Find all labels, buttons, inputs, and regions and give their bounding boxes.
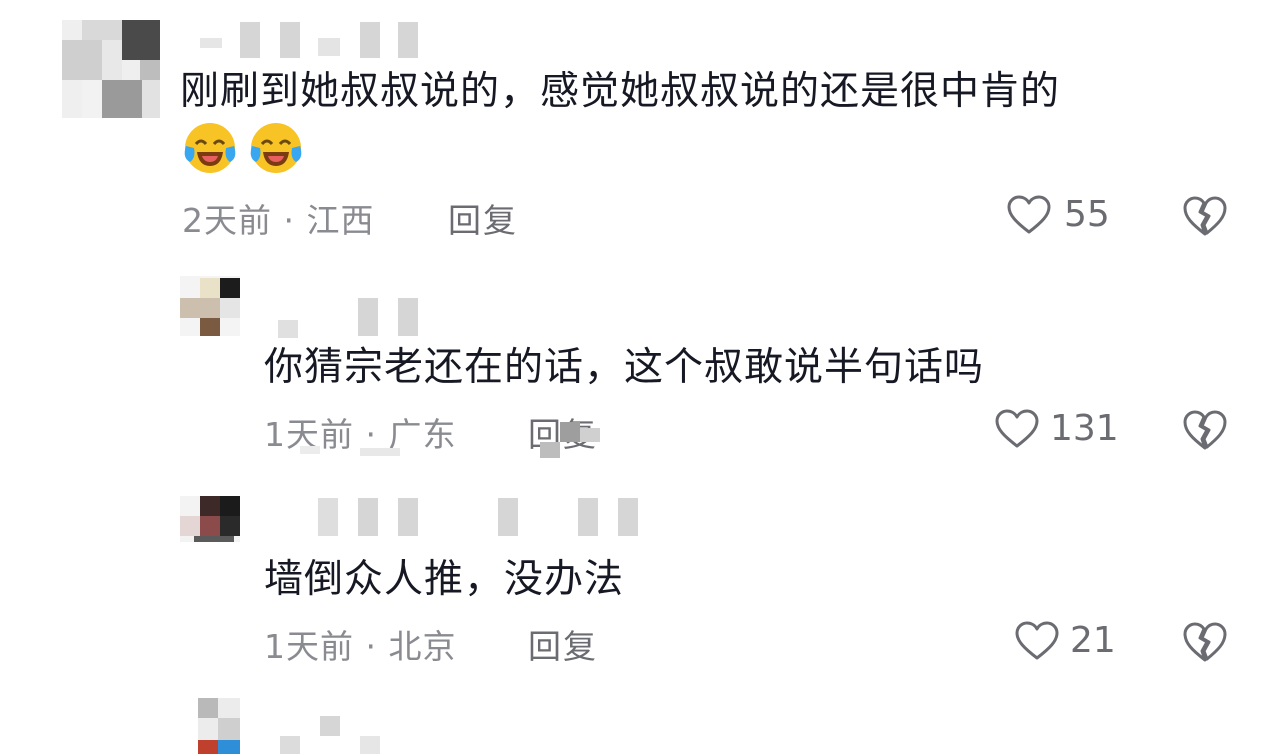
avatar[interactable] <box>180 496 240 542</box>
heart-outline-icon[interactable] <box>994 408 1040 450</box>
comment-meta: 2天前 · 江西 <box>182 194 375 242</box>
comment-text: 你猜宗老还在的话，这个叔敢说半句话吗 <box>264 345 985 390</box>
username-blurred[interactable] <box>280 716 390 756</box>
broken-heart-icon[interactable] <box>1182 408 1228 452</box>
meta-separator: · <box>283 201 295 240</box>
like-count: 21 <box>1070 620 1116 661</box>
laughing-crying-emoji-icon <box>184 123 236 173</box>
username-blurred[interactable] <box>200 20 420 60</box>
comment-text: 墙倒众人推，没办法 <box>264 557 625 602</box>
reply-button[interactable]: 回复 <box>528 620 598 668</box>
meta-separator: · <box>365 627 377 666</box>
like-count: 55 <box>1064 194 1110 235</box>
username-blurred[interactable] <box>278 298 428 338</box>
like-count: 131 <box>1050 408 1119 449</box>
comment-time: 1天前 <box>264 627 354 666</box>
comment-meta: 1天前 · 北京 <box>264 620 457 668</box>
reply-button[interactable]: 回复 <box>448 194 518 242</box>
comment-item: 你猜宗老还在的话，这个叔敢说半句话吗 1天前 · 广东 回复 131 <box>0 262 1280 462</box>
comment-item <box>0 690 1280 754</box>
comment-location: 北京 <box>388 627 457 666</box>
broken-heart-icon[interactable] <box>1182 620 1228 664</box>
heart-outline-icon[interactable] <box>1006 194 1052 236</box>
comment-text: 刚刷到她叔叔说的，感觉她叔叔说的还是很中肯的 <box>180 69 1061 114</box>
mosaic-overlay <box>300 422 620 462</box>
broken-heart-icon[interactable] <box>1182 194 1228 238</box>
comment-item: 刚刷到她叔叔说的，感觉她叔叔说的还是很中肯的 2天前 · 江西 回复 55 <box>0 0 1280 250</box>
avatar[interactable] <box>180 276 240 336</box>
comment-location: 江西 <box>306 201 375 240</box>
avatar[interactable] <box>62 20 160 118</box>
username-blurred[interactable] <box>318 498 638 538</box>
heart-outline-icon[interactable] <box>1014 620 1060 662</box>
comment-time: 2天前 <box>182 201 272 240</box>
laughing-crying-emoji-icon <box>250 123 302 173</box>
avatar[interactable] <box>198 698 240 754</box>
comment-item: 墙倒众人推，没办法 1天前 · 北京 回复 21 <box>0 476 1280 676</box>
